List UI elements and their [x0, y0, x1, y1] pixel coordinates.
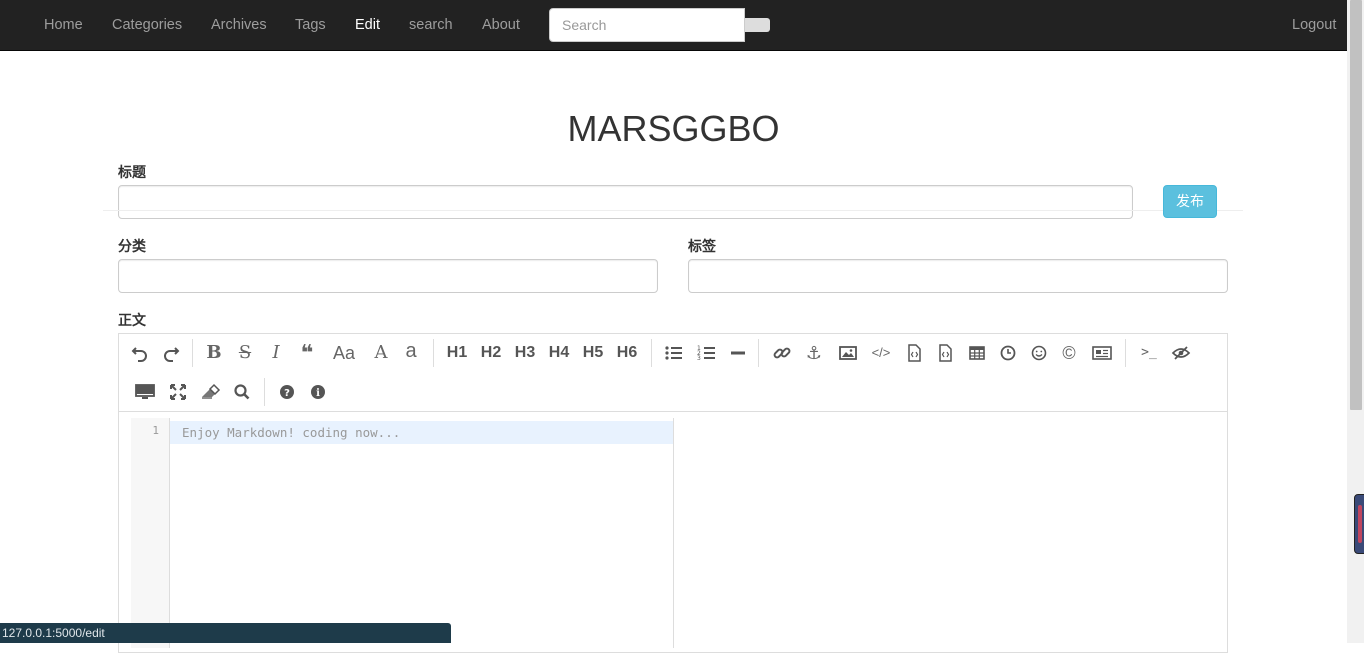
svg-text:3: 3: [697, 355, 701, 362]
h5-button[interactable]: H5: [578, 341, 608, 365]
nav-about-link[interactable]: About: [482, 0, 520, 50]
page-scrollbar-thumb[interactable]: [1350, 0, 1362, 410]
browser-status-url: 127.0.0.1:5000/edit: [0, 623, 451, 643]
search-icon[interactable]: [230, 380, 254, 404]
link-icon[interactable]: [770, 341, 794, 365]
nav-search-button[interactable]: [745, 18, 770, 32]
strikethrough-icon[interactable]: S: [233, 341, 257, 365]
unordered-list-icon[interactable]: [662, 341, 686, 365]
watch-toggle-icon[interactable]: [1169, 341, 1193, 365]
goto-line-icon[interactable]: >_: [1137, 341, 1161, 365]
title-label: 标题: [118, 164, 146, 180]
divider: [103, 210, 1243, 211]
markdown-preview-pane: [674, 418, 1226, 643]
side-floating-widget[interactable]: [1354, 494, 1364, 554]
body-label: 正文: [118, 312, 146, 328]
italic-icon[interactable]: I: [264, 341, 288, 365]
h4-button[interactable]: H4: [544, 341, 574, 365]
tags-input[interactable]: [688, 259, 1228, 293]
toolbar-separator: [264, 378, 265, 406]
horizontal-rule-icon[interactable]: [726, 341, 750, 365]
site-title: MARSGGBO: [567, 108, 780, 149]
nav-archives-link[interactable]: Archives: [211, 0, 267, 50]
nav-search-link[interactable]: search: [409, 0, 453, 50]
toolbar-separator: [1125, 339, 1126, 367]
nav-home-link[interactable]: Home: [44, 0, 83, 50]
uppercase-icon[interactable]: Aa: [330, 341, 358, 365]
redo-icon[interactable]: [159, 341, 183, 365]
logout-link[interactable]: Logout: [1292, 0, 1336, 50]
clear-icon[interactable]: [198, 380, 222, 404]
toolbar-divider: [119, 411, 1227, 412]
bold-icon[interactable]: B: [202, 341, 226, 365]
toolbar-separator: [758, 339, 759, 367]
toolbar-separator: [433, 339, 434, 367]
toolbar-separator: [651, 339, 652, 367]
table-icon[interactable]: [965, 341, 989, 365]
line-number: 1: [152, 424, 159, 437]
h6-button[interactable]: H6: [612, 341, 642, 365]
first-letter-uppercase-icon[interactable]: A: [369, 341, 393, 365]
toolbar-separator: [192, 339, 193, 367]
inline-code-icon[interactable]: </>: [869, 341, 893, 365]
pagebreak-icon[interactable]: [1090, 341, 1114, 365]
nav-search-input[interactable]: [549, 8, 745, 42]
datetime-icon[interactable]: [996, 341, 1020, 365]
lowercase-icon[interactable]: a: [399, 339, 423, 363]
nav-tags-link[interactable]: Tags: [295, 0, 326, 50]
line-number-gutter: [131, 418, 170, 648]
info-icon[interactable]: i: [306, 380, 330, 404]
ordered-list-icon[interactable]: 123: [695, 341, 719, 365]
title-input[interactable]: [118, 185, 1133, 219]
h2-button[interactable]: H2: [476, 341, 506, 365]
publish-button[interactable]: 发布: [1163, 185, 1217, 218]
nav-categories-link[interactable]: Categories: [112, 0, 182, 50]
html-entities-icon[interactable]: ©: [1057, 341, 1081, 365]
code-block-icon[interactable]: [902, 341, 926, 365]
category-label: 分类: [118, 238, 146, 254]
category-input[interactable]: [118, 259, 658, 293]
help-icon[interactable]: ?: [275, 380, 299, 404]
emoji-icon[interactable]: [1027, 341, 1051, 365]
undo-icon[interactable]: [128, 341, 152, 365]
h1-button[interactable]: H1: [442, 341, 472, 365]
preview-icon[interactable]: [133, 380, 157, 404]
quote-icon[interactable]: ❝: [295, 341, 319, 365]
h3-button[interactable]: H3: [510, 341, 540, 365]
svg-text:i: i: [316, 388, 320, 399]
nav-edit-link[interactable]: Edit: [355, 0, 380, 50]
svg-text:?: ?: [284, 388, 290, 399]
fullscreen-icon[interactable]: [166, 380, 190, 404]
preformatted-text-icon[interactable]: [933, 341, 957, 365]
editor-placeholder[interactable]: Enjoy Markdown! coding now...: [182, 425, 400, 440]
image-icon[interactable]: [836, 341, 860, 365]
tags-label: 标签: [688, 238, 716, 254]
anchor-icon[interactable]: ⚓: [802, 341, 826, 365]
